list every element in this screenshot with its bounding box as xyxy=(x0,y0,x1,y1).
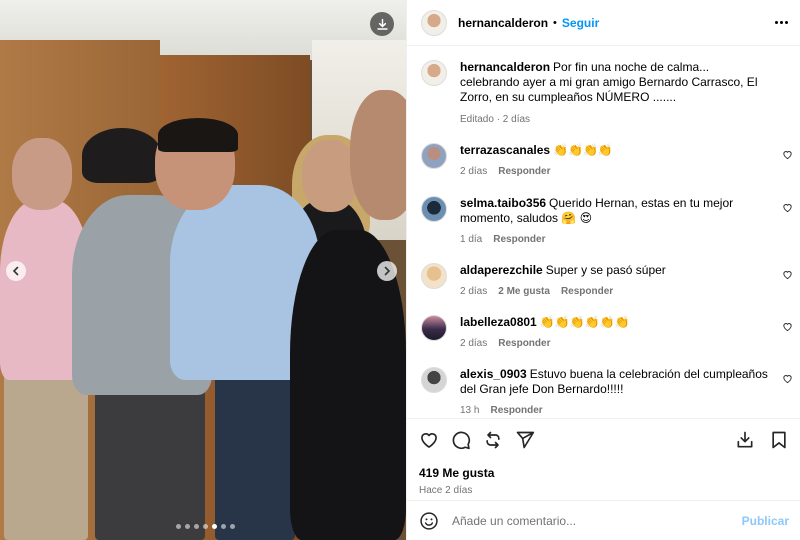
author-username[interactable]: hernancalderon xyxy=(458,16,548,30)
download-icon xyxy=(376,18,388,30)
post-header: hernancalderon • Seguir xyxy=(407,0,800,46)
chevron-right-icon xyxy=(384,266,391,276)
carousel-next-button[interactable] xyxy=(377,261,397,281)
repost-icon[interactable] xyxy=(483,430,503,450)
author-avatar[interactable] xyxy=(421,60,447,86)
photo-person-left-head xyxy=(12,138,72,210)
commenter-avatar[interactable] xyxy=(421,367,447,393)
comment-item: alexis_0903 Estuvo buena la celebración d… xyxy=(421,367,800,417)
commenter-avatar[interactable] xyxy=(421,263,447,289)
author-avatar[interactable] xyxy=(421,9,447,36)
comment-time: 1 día xyxy=(460,234,483,245)
commenter-avatar[interactable] xyxy=(421,143,447,169)
chevron-left-icon xyxy=(12,266,19,276)
reply-button[interactable]: Responder xyxy=(498,164,550,179)
like-comment-icon[interactable] xyxy=(782,373,793,384)
share-icon[interactable] xyxy=(515,430,535,450)
like-comment-icon[interactable] xyxy=(782,202,793,213)
post-comment-button[interactable]: Publicar xyxy=(742,514,789,528)
post-date[interactable]: Hace 2 días xyxy=(419,485,789,496)
caption: hernancalderon Por fin una noche de calma… xyxy=(421,60,800,127)
comment-text: 👏👏👏👏 xyxy=(553,143,613,157)
photo-person-left-legs xyxy=(4,370,88,540)
carousel-dot xyxy=(194,524,199,529)
download-icon[interactable] xyxy=(735,430,755,450)
comment-username[interactable]: labelleza0801 xyxy=(460,315,537,329)
like-comment-icon[interactable] xyxy=(782,149,793,160)
like-icon[interactable] xyxy=(419,430,439,450)
post-photo[interactable] xyxy=(0,0,406,540)
comment-item: terrazascanales 👏👏👏👏 2 días Responder xyxy=(421,143,800,179)
photo-person-center-legs xyxy=(215,375,295,540)
comment-username[interactable]: aldaperezchile xyxy=(460,263,543,277)
caption-username[interactable]: hernancalderon xyxy=(460,60,550,74)
comment-item: aldaperezchile Super y se pasó súper 2 dí… xyxy=(421,263,800,299)
photo-person-center-hair xyxy=(158,118,238,152)
more-options-icon[interactable] xyxy=(775,21,788,24)
comment-time: 2 días xyxy=(460,286,488,297)
comment-time: 13 h xyxy=(460,405,480,416)
carousel-dot xyxy=(212,524,217,529)
commenter-avatar[interactable] xyxy=(421,196,447,222)
follow-button[interactable]: Seguir xyxy=(562,16,599,30)
download-button[interactable] xyxy=(370,12,394,36)
post-actions: 419 Me gusta Hace 2 días xyxy=(407,418,800,500)
carousel-indicator xyxy=(176,524,235,529)
comment-item: labelleza0801 👏👏👏👏👏👏 2 días Responder xyxy=(421,315,800,351)
comment-text: Super y se pasó súper xyxy=(545,263,666,277)
photo-person-hat-hat xyxy=(82,128,162,183)
reply-button[interactable]: Responder xyxy=(561,284,613,299)
comment-username[interactable]: terrazascanales xyxy=(460,143,550,157)
carousel-dot xyxy=(230,524,235,529)
emoji-icon[interactable] xyxy=(419,511,439,531)
caption-meta: Editado · 2 días xyxy=(460,114,531,125)
likes-count[interactable]: 419 Me gusta xyxy=(419,466,789,480)
comment-icon[interactable] xyxy=(451,430,471,450)
carousel-dot xyxy=(203,524,208,529)
photo-person-right-head xyxy=(350,90,406,220)
comment-time: 2 días xyxy=(460,166,488,177)
photo-person-hat-legs xyxy=(95,385,205,540)
like-comment-icon[interactable] xyxy=(782,321,793,332)
reply-button[interactable]: Responder xyxy=(493,232,545,247)
like-comment-icon[interactable] xyxy=(782,269,793,280)
comment-input[interactable]: Añade un comentario... xyxy=(452,514,576,528)
comment-text: 👏👏👏👏👏👏 xyxy=(539,315,630,329)
comment-likes[interactable]: 2 Me gusta xyxy=(498,284,550,299)
reply-button[interactable]: Responder xyxy=(490,403,542,417)
comments-list[interactable]: hernancalderon Por fin una noche de calma… xyxy=(407,47,800,417)
comment-item: selma.taibo356 Querido Hernan, estas en t… xyxy=(421,196,800,247)
comment-username[interactable]: alexis_0903 xyxy=(460,367,527,381)
carousel-dot xyxy=(185,524,190,529)
commenter-avatar[interactable] xyxy=(421,315,447,341)
header-separator: • xyxy=(553,16,557,29)
post-side-panel: hernancalderon • Seguir hernancalderon Po… xyxy=(406,0,800,540)
comment-username[interactable]: selma.taibo356 xyxy=(460,196,546,210)
reply-button[interactable]: Responder xyxy=(498,336,550,351)
carousel-dot xyxy=(221,524,226,529)
carousel-prev-button[interactable] xyxy=(6,261,26,281)
comment-composer: Añade un comentario... Publicar xyxy=(407,500,800,540)
comment-time: 2 días xyxy=(460,338,488,349)
carousel-dot xyxy=(176,524,181,529)
bookmark-icon[interactable] xyxy=(769,430,789,450)
